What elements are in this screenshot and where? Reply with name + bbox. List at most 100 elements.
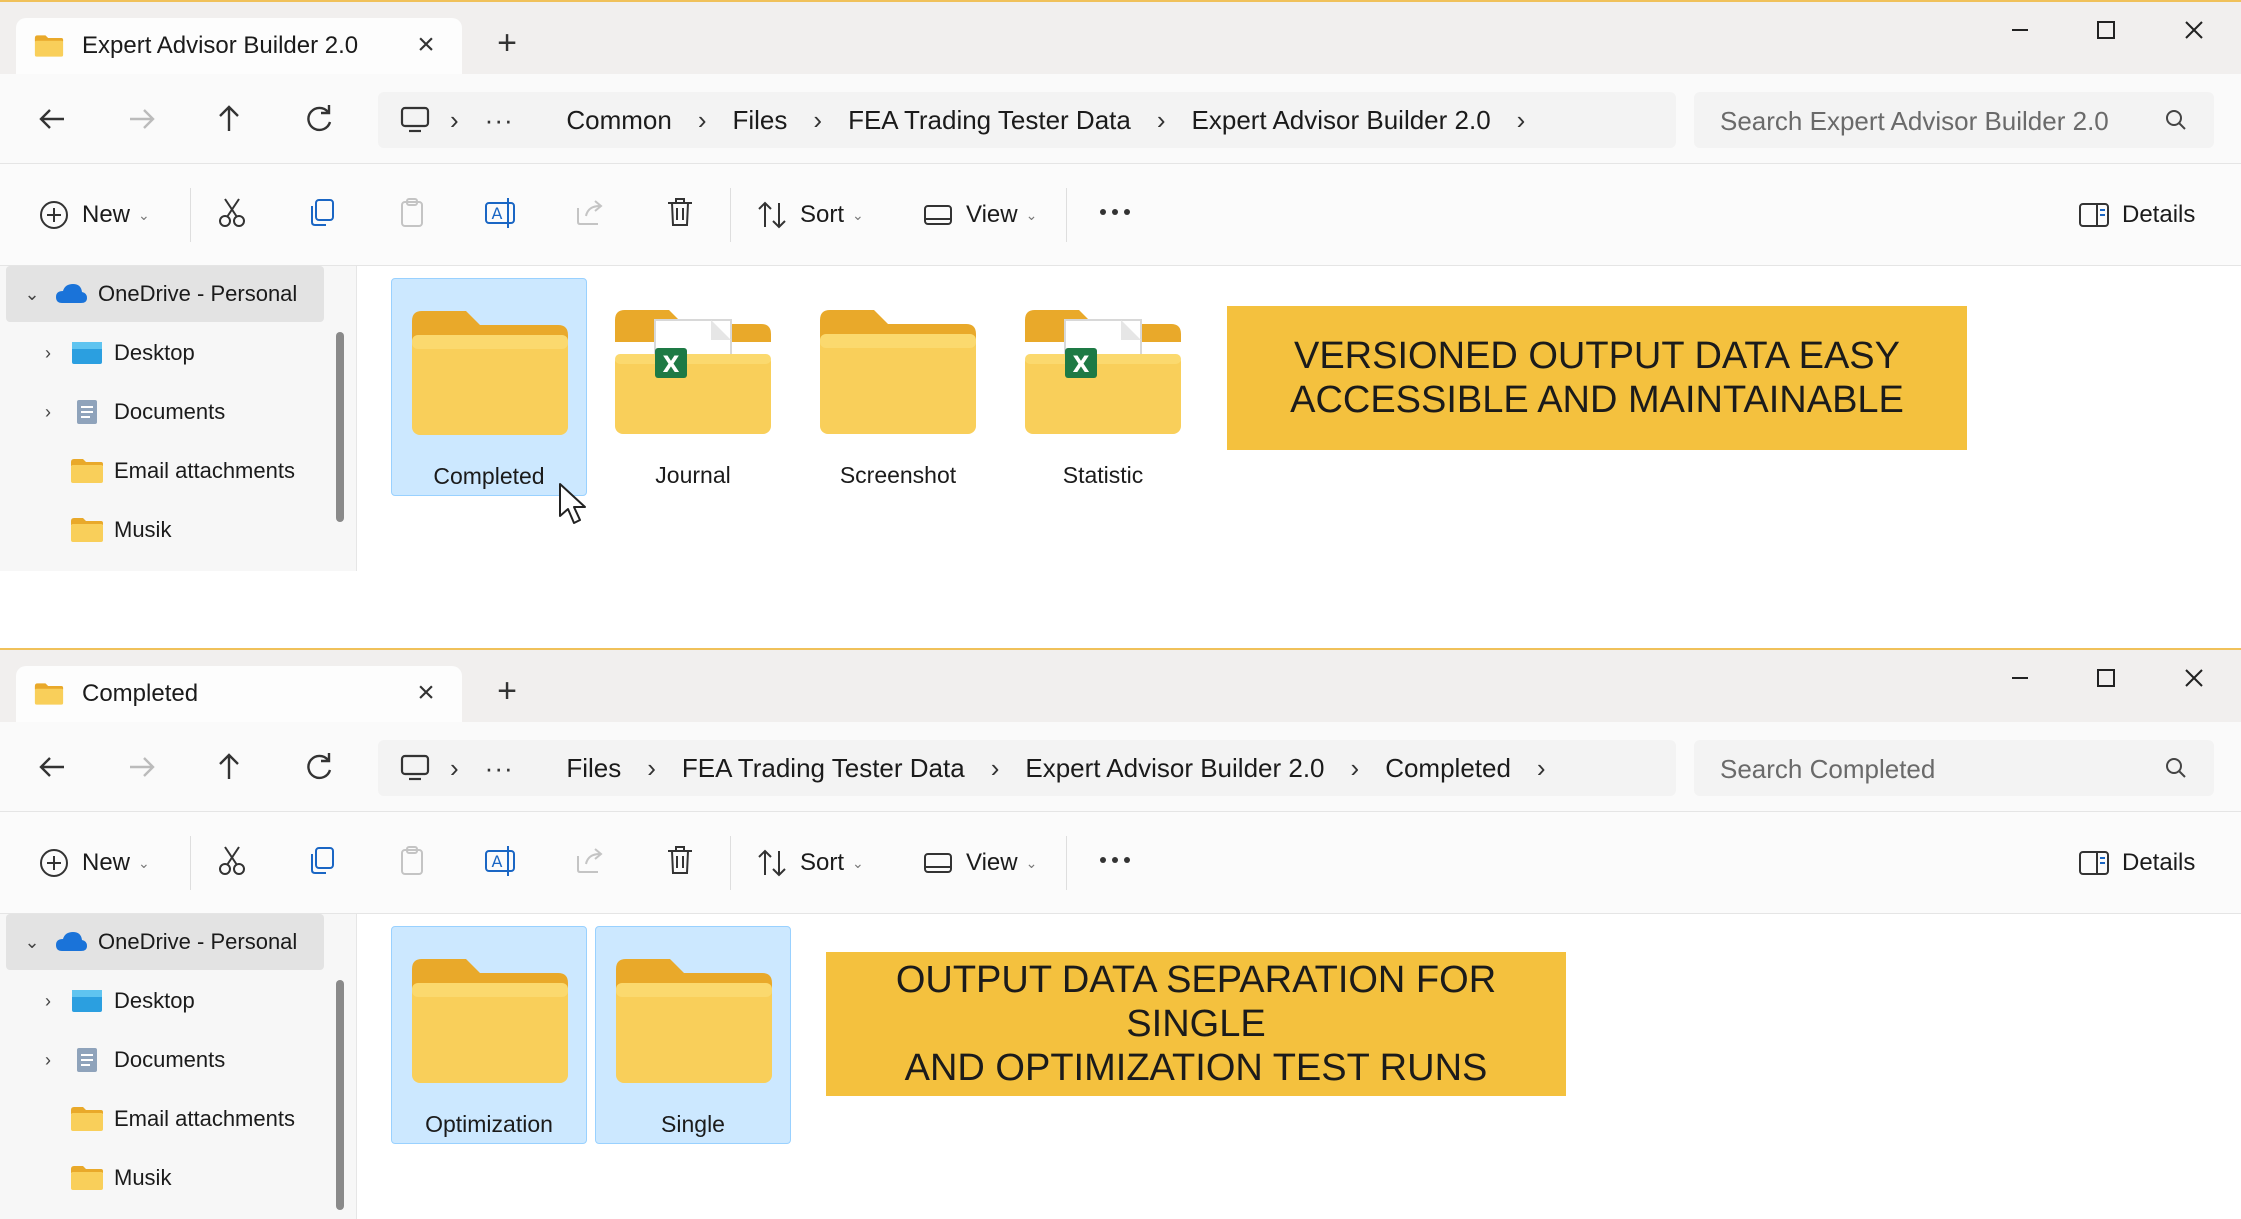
- sidebar-item-musik[interactable]: Musik: [6, 502, 324, 558]
- forward-arrow-icon[interactable]: [118, 96, 164, 142]
- minimize-button[interactable]: [1990, 658, 2050, 698]
- search-box[interactable]: Search Completed: [1694, 740, 2214, 796]
- back-arrow-icon[interactable]: [30, 744, 76, 790]
- close-window-button[interactable]: [2164, 658, 2224, 698]
- this-pc-icon[interactable]: [400, 106, 430, 134]
- chevron-right-icon[interactable]: ›: [1537, 753, 1546, 784]
- navigation-pane: ⌄ OneDrive - Personal › Desktop › Docume…: [0, 266, 356, 571]
- chevron-right-icon[interactable]: ›: [36, 991, 60, 1012]
- sort-button[interactable]: Sort ⌄: [754, 194, 864, 236]
- chevron-right-icon[interactable]: ›: [1517, 105, 1526, 136]
- sidebar-item-email-attachments[interactable]: Email attachments: [6, 1091, 324, 1147]
- cut-icon[interactable]: [214, 194, 250, 230]
- sidebar-item-onedrive[interactable]: ⌄ OneDrive - Personal: [6, 266, 324, 322]
- details-button[interactable]: Details: [2076, 194, 2195, 236]
- view-button[interactable]: View ⌄: [920, 194, 1037, 236]
- desktop-icon: [72, 342, 102, 364]
- more-options-icon[interactable]: [1096, 194, 1134, 230]
- sidebar-item-documents[interactable]: › Documents: [6, 384, 324, 440]
- tab-active[interactable]: Completed ×: [16, 666, 462, 722]
- chevron-right-icon[interactable]: ›: [36, 402, 60, 423]
- new-button[interactable]: New ⌄: [36, 194, 150, 236]
- chevron-down-icon[interactable]: ⌄: [20, 284, 44, 305]
- chevron-right-icon[interactable]: ›: [450, 105, 459, 136]
- back-arrow-icon[interactable]: [30, 96, 76, 142]
- chevron-right-icon[interactable]: ›: [647, 753, 656, 784]
- breadcrumb-item[interactable]: FEA Trading Tester Data: [682, 753, 965, 784]
- cut-icon[interactable]: [214, 842, 250, 878]
- chevron-right-icon[interactable]: ›: [1351, 753, 1360, 784]
- sidebar-scrollbar[interactable]: [336, 980, 344, 1210]
- more-options-icon[interactable]: [1096, 842, 1134, 878]
- address-row: › ··· › Common › Files › FEA Trading Tes…: [0, 74, 2241, 164]
- folder-tile-screenshot[interactable]: Screenshot: [800, 278, 996, 496]
- maximize-button[interactable]: [2076, 658, 2136, 698]
- sidebar-item-desktop[interactable]: › Desktop: [6, 325, 324, 381]
- more-crumbs-icon[interactable]: ···: [485, 753, 514, 784]
- breadcrumb-item[interactable]: Expert Advisor Builder 2.0: [1025, 753, 1324, 784]
- breadcrumb-item[interactable]: Common: [566, 105, 671, 136]
- new-button[interactable]: New ⌄: [36, 842, 150, 884]
- paste-icon[interactable]: [394, 194, 430, 230]
- sidebar-scrollbar[interactable]: [336, 332, 344, 522]
- chevron-right-icon[interactable]: ›: [1157, 105, 1166, 136]
- maximize-button[interactable]: [2076, 10, 2136, 50]
- chevron-right-icon[interactable]: ›: [698, 105, 707, 136]
- chevron-right-icon[interactable]: ›: [813, 105, 822, 136]
- sidebar-item-onedrive[interactable]: ⌄ OneDrive - Personal: [6, 914, 324, 970]
- breadcrumb-item[interactable]: FEA Trading Tester Data: [848, 105, 1131, 136]
- chevron-down-icon: ⌄: [1025, 854, 1038, 871]
- search-icon[interactable]: [2162, 754, 2190, 782]
- folder-tile-optimization[interactable]: Optimization: [391, 926, 587, 1144]
- folder-tile-journal[interactable]: Journal: [595, 278, 791, 496]
- details-button[interactable]: Details: [2076, 842, 2195, 884]
- chevron-right-icon[interactable]: ›: [36, 343, 60, 364]
- chevron-right-icon[interactable]: ›: [450, 753, 459, 784]
- refresh-icon[interactable]: [296, 96, 342, 142]
- view-button[interactable]: View ⌄: [920, 842, 1037, 884]
- delete-icon[interactable]: [662, 194, 698, 230]
- up-arrow-icon[interactable]: [206, 96, 252, 142]
- chevron-right-icon[interactable]: ›: [36, 1050, 60, 1071]
- search-box[interactable]: Search Expert Advisor Builder 2.0: [1694, 92, 2214, 148]
- breadcrumb-item[interactable]: Files: [732, 105, 787, 136]
- forward-arrow-icon[interactable]: [118, 744, 164, 790]
- share-icon[interactable]: [572, 194, 608, 230]
- search-input[interactable]: Search Completed: [1720, 754, 1935, 785]
- close-tab-icon[interactable]: ×: [409, 28, 443, 62]
- sidebar-item-desktop[interactable]: › Desktop: [6, 973, 324, 1029]
- breadcrumb-item[interactable]: Expert Advisor Builder 2.0: [1192, 105, 1491, 136]
- minimize-button[interactable]: [1990, 10, 2050, 50]
- breadcrumb-item[interactable]: Files: [566, 753, 621, 784]
- sidebar-item-email-attachments[interactable]: Email attachments: [6, 443, 324, 499]
- search-icon[interactable]: [2162, 106, 2190, 134]
- close-window-button[interactable]: [2164, 10, 2224, 50]
- folder-tile-completed[interactable]: Completed: [391, 278, 587, 496]
- sidebar-item-musik[interactable]: Musik: [6, 1150, 324, 1206]
- up-arrow-icon[interactable]: [206, 744, 252, 790]
- share-icon[interactable]: [572, 842, 608, 878]
- more-crumbs-icon[interactable]: ···: [485, 105, 514, 136]
- folder-tile-single[interactable]: Single: [595, 926, 791, 1144]
- delete-icon[interactable]: [662, 842, 698, 878]
- breadcrumb-item[interactable]: Completed: [1385, 753, 1511, 784]
- paste-icon[interactable]: [394, 842, 430, 878]
- sort-button[interactable]: Sort ⌄: [754, 842, 864, 884]
- address-bar[interactable]: › ··· › Files › FEA Trading Tester Data …: [378, 740, 1676, 796]
- rename-icon[interactable]: A: [482, 194, 518, 230]
- tab-active[interactable]: Expert Advisor Builder 2.0 ×: [16, 18, 462, 74]
- sidebar-item-documents[interactable]: › Documents: [6, 1032, 324, 1088]
- copy-icon[interactable]: [304, 842, 340, 878]
- close-tab-icon[interactable]: ×: [409, 676, 443, 710]
- address-bar[interactable]: › ··· › Common › Files › FEA Trading Tes…: [378, 92, 1676, 148]
- new-tab-button[interactable]: +: [490, 674, 524, 708]
- folder-tile-statistic[interactable]: Statistic: [1005, 278, 1201, 496]
- chevron-down-icon[interactable]: ⌄: [20, 932, 44, 953]
- search-input[interactable]: Search Expert Advisor Builder 2.0: [1720, 106, 2109, 137]
- refresh-icon[interactable]: [296, 744, 342, 790]
- chevron-right-icon[interactable]: ›: [991, 753, 1000, 784]
- this-pc-icon[interactable]: [400, 754, 430, 782]
- copy-icon[interactable]: [304, 194, 340, 230]
- rename-icon[interactable]: A: [482, 842, 518, 878]
- new-tab-button[interactable]: +: [490, 26, 524, 60]
